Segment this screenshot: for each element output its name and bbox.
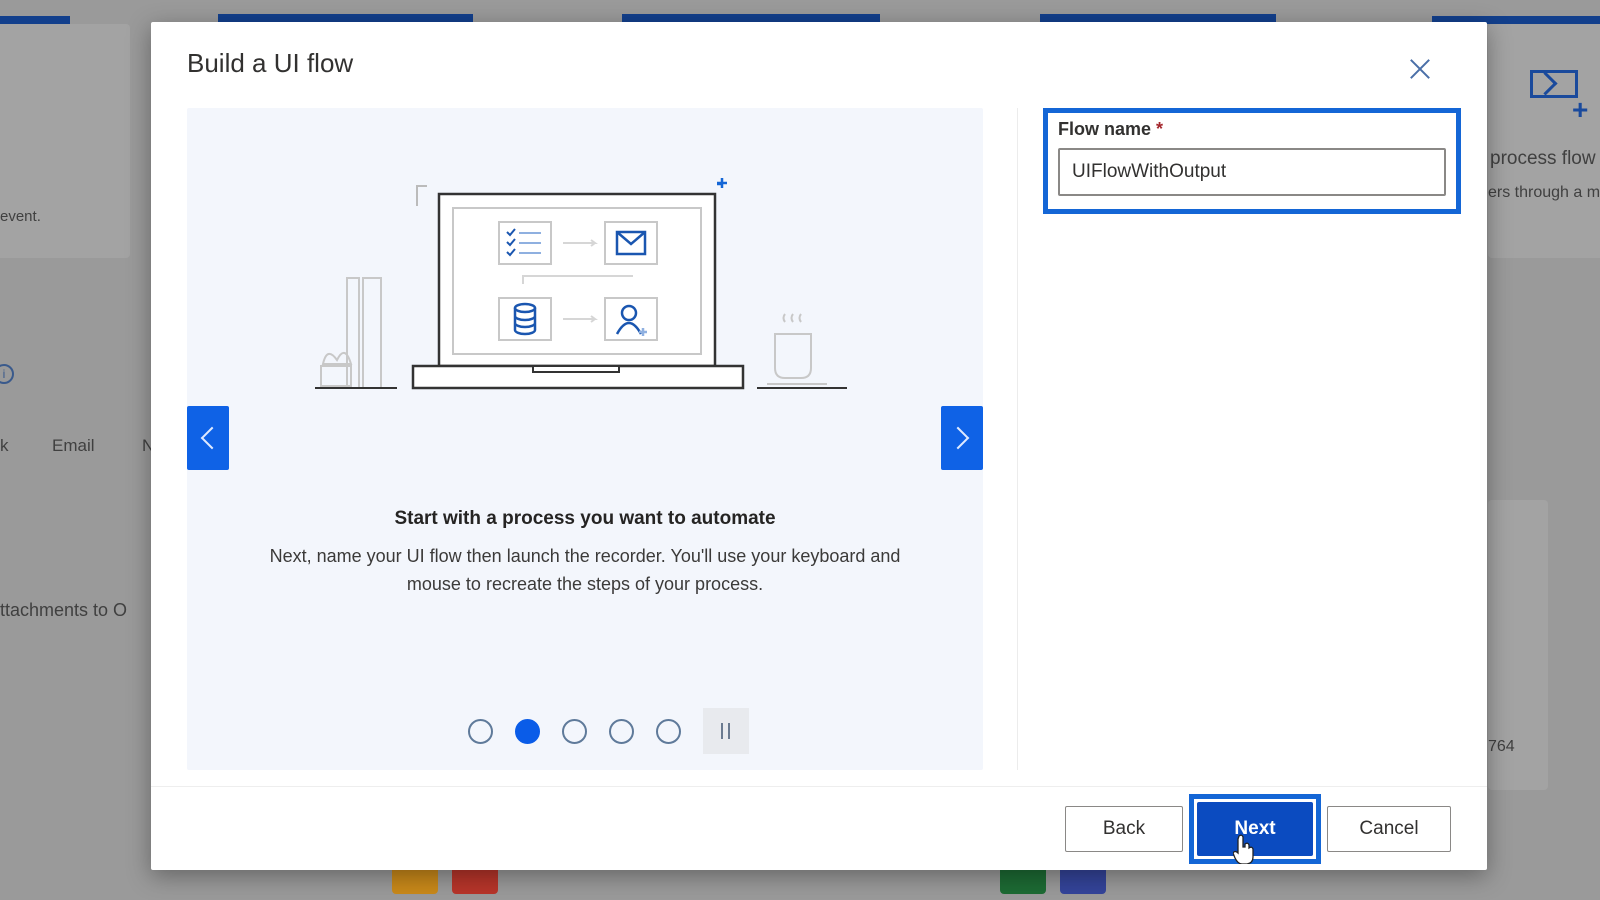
bg-template-title: ttachments to O — [0, 600, 128, 620]
carousel-dot-2[interactable] — [514, 718, 540, 744]
chevron-left-icon — [200, 426, 224, 450]
slide-description: Next, name your UI flow then launch the … — [269, 546, 901, 594]
laptop-illustration — [315, 178, 847, 390]
bg-text: event. — [0, 208, 41, 225]
bg-accent-bar — [218, 14, 473, 22]
carousel-dot-1[interactable] — [467, 718, 493, 744]
pause-icon — [721, 723, 723, 739]
bg-accent-bar — [1040, 14, 1276, 22]
bg-accent-bar — [622, 14, 880, 22]
bg-card-desc: ers through a m — [1488, 184, 1600, 201]
chevron-right-icon — [946, 426, 970, 450]
close-icon[interactable] — [1405, 54, 1435, 84]
panel-divider — [1017, 108, 1018, 770]
flow-name-input[interactable] — [1058, 148, 1446, 196]
back-button[interactable]: Back — [1065, 806, 1183, 852]
footer-divider — [151, 786, 1487, 787]
flow-name-field: Flow name * — [1043, 108, 1461, 214]
build-ui-flow-dialog: Build a UI flow Start with a process you… — [151, 22, 1487, 870]
next-button[interactable]: Next — [1197, 802, 1313, 856]
carousel-pagination — [187, 708, 983, 754]
flow-name-label-text: Flow name — [1058, 119, 1152, 139]
desktop-flow-icon — [1530, 70, 1578, 98]
intro-carousel: Start with a process you want to automat… — [187, 108, 983, 770]
bg-accent-bar — [0, 16, 70, 24]
bg-card-title: process flow — [1490, 148, 1596, 169]
bg-tab-email: Email — [52, 436, 95, 455]
carousel-dot-3[interactable] — [561, 718, 587, 744]
flow-name-label: Flow name * — [1058, 119, 1446, 140]
carousel-next-button[interactable] — [941, 406, 983, 470]
bg-tab: k — [0, 436, 9, 455]
required-marker: * — [1156, 119, 1164, 139]
plus-icon: + — [1572, 94, 1589, 125]
info-icon: i — [0, 364, 14, 384]
carousel-dot-4[interactable] — [608, 718, 634, 744]
carousel-prev-button[interactable] — [187, 406, 229, 470]
bg-card — [1488, 24, 1600, 258]
dialog-title: Build a UI flow — [187, 48, 354, 78]
bg-count: 764 — [1488, 738, 1515, 755]
carousel-dot-5[interactable] — [655, 718, 681, 744]
slide-title: Start with a process you want to automat… — [394, 508, 776, 529]
coffee-cup-icon — [767, 313, 827, 385]
cancel-button[interactable]: Cancel — [1327, 806, 1451, 852]
books-plant-icon — [320, 277, 382, 389]
pause-icon-bar — [728, 723, 730, 739]
pause-button[interactable] — [702, 708, 749, 754]
